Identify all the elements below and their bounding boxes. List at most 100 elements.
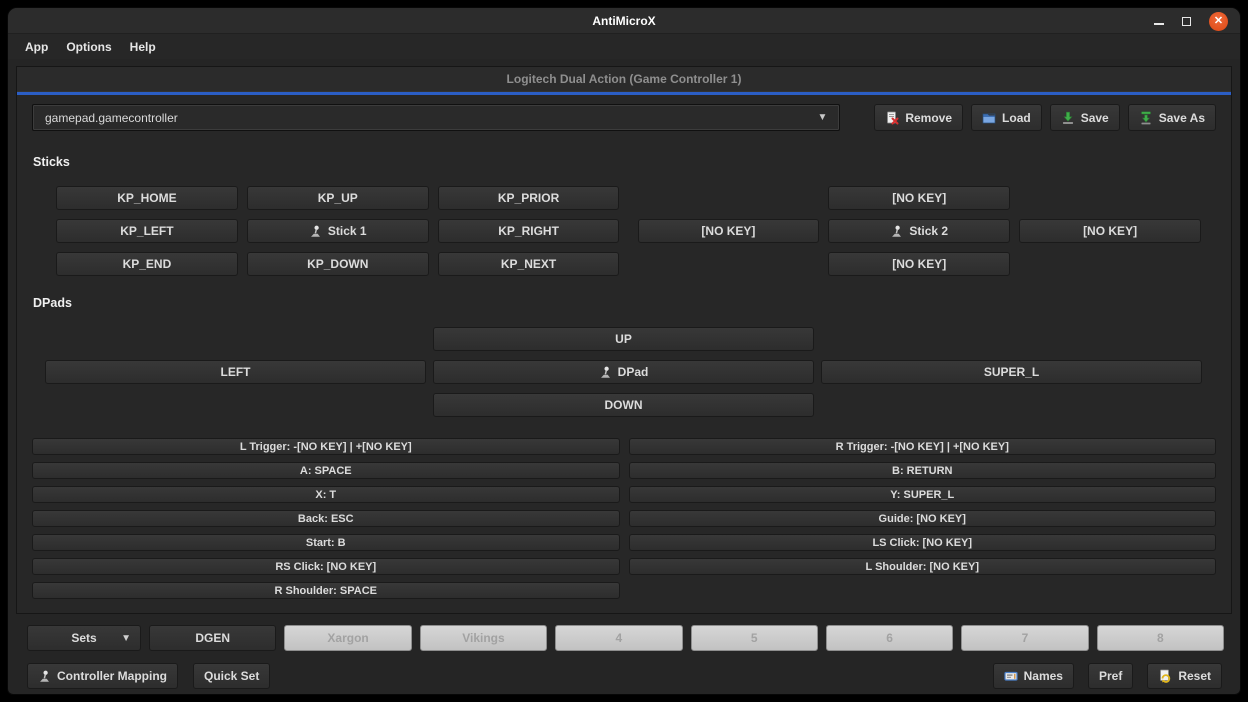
dpad-center-button[interactable]: DPad [433, 360, 814, 384]
set-button-3-vikings[interactable]: Vikings [420, 625, 547, 651]
save-button[interactable]: Save [1050, 104, 1120, 131]
stick1-down-button[interactable]: KP_DOWN [247, 252, 429, 276]
button-a[interactable]: A: SPACE [32, 462, 620, 479]
stick1-down-right-button[interactable]: KP_NEXT [438, 252, 620, 276]
pref-label: Pref [1099, 669, 1122, 683]
sets-dropdown-label: Sets [71, 631, 96, 645]
button-guide[interactable]: Guide: [NO KEY] [629, 510, 1217, 527]
names-label: Names [1024, 669, 1063, 683]
quick-set-button[interactable]: Quick Set [193, 663, 270, 689]
controller-mapping-button[interactable]: Controller Mapping [27, 663, 178, 689]
profile-combobox[interactable]: gamepad.gamecontroller ▼ [32, 104, 840, 131]
pref-button[interactable]: Pref [1088, 663, 1133, 689]
profile-combobox-value: gamepad.gamecontroller [45, 111, 178, 125]
button-assignments: L Trigger: -[NO KEY] | +[NO KEY] R Trigg… [32, 438, 1216, 599]
save-as-icon [1139, 111, 1153, 125]
r-trigger-button[interactable]: R Trigger: -[NO KEY] | +[NO KEY] [629, 438, 1217, 455]
window-controls: ✕ [1154, 8, 1228, 34]
stick1-down-left-button[interactable]: KP_END [56, 252, 238, 276]
menu-item-options[interactable]: Options [57, 37, 120, 57]
load-button[interactable]: Load [971, 104, 1042, 131]
set-button-1-dgen[interactable]: DGEN [149, 625, 276, 651]
dpad1-grid: UP LEFT DPad SUPER_L DOWN [45, 327, 1202, 417]
l-trigger-button[interactable]: L Trigger: -[NO KEY] | +[NO KEY] [32, 438, 620, 455]
window-title: AntiMicroX [8, 8, 1240, 34]
set-button-6[interactable]: 6 [826, 625, 953, 651]
dpads-section-heading: DPads [33, 296, 1216, 310]
stick1-up-right-button[interactable]: KP_PRIOR [438, 186, 620, 210]
stick1-left-button[interactable]: KP_LEFT [56, 219, 238, 243]
set-button-8[interactable]: 8 [1097, 625, 1224, 651]
names-button[interactable]: Names [993, 663, 1074, 689]
close-button[interactable]: ✕ [1209, 12, 1228, 31]
stick1-center-label: Stick 1 [328, 224, 367, 238]
reset-icon [1158, 669, 1172, 683]
tab-logitech-dual-action[interactable]: Logitech Dual Action (Game Controller 1) [507, 72, 742, 86]
set-button-4[interactable]: 4 [555, 625, 682, 651]
stick1-right-button[interactable]: KP_RIGHT [438, 219, 620, 243]
sets-dropdown[interactable]: Sets ▼ [27, 625, 141, 651]
remove-button-label: Remove [905, 111, 952, 125]
minimize-button[interactable] [1154, 23, 1164, 25]
bottom-toolbar-right: Names Pref Reset [993, 663, 1222, 689]
close-icon: ✕ [1214, 16, 1223, 27]
titlebar: AntiMicroX ✕ [8, 8, 1240, 34]
dpad-right-button[interactable]: SUPER_L [821, 360, 1202, 384]
set-button-2-xargon[interactable]: Xargon [284, 625, 411, 651]
button-y[interactable]: Y: SUPER_L [629, 486, 1217, 503]
button-b[interactable]: B: RETURN [629, 462, 1217, 479]
stick1-up-button[interactable]: KP_UP [247, 186, 429, 210]
stick1-grid: KP_HOME KP_UP KP_PRIOR KP_LEFT Stick 1 K… [56, 186, 620, 276]
app-window: AntiMicroX ✕ App Options Help Logitech D… [8, 8, 1240, 694]
save-as-button-label: Save As [1159, 111, 1205, 125]
set-button-5[interactable]: 5 [691, 625, 818, 651]
stick2-grid: [NO KEY] [NO KEY] Stick 2 [NO KEY] [NO K… [638, 186, 1202, 276]
remove-icon [885, 111, 899, 125]
stick2-up-button[interactable]: [NO KEY] [828, 186, 1010, 210]
menu-item-help[interactable]: Help [121, 37, 165, 57]
stick2-center-label: Stick 2 [909, 224, 948, 238]
bottom-toolbar-left: Controller Mapping Quick Set [27, 663, 270, 689]
names-icon [1004, 669, 1018, 683]
rs-click-button[interactable]: RS Click: [NO KEY] [32, 558, 620, 575]
reset-button[interactable]: Reset [1147, 663, 1222, 689]
stick2-right-button[interactable]: [NO KEY] [1019, 219, 1201, 243]
stick2-down-button[interactable]: [NO KEY] [828, 252, 1010, 276]
chevron-down-icon: ▼ [121, 633, 131, 644]
button-x[interactable]: X: T [32, 486, 620, 503]
dpad-down-button[interactable]: DOWN [433, 393, 814, 417]
dpad-up-button[interactable]: UP [433, 327, 814, 351]
load-button-label: Load [1002, 111, 1031, 125]
save-button-label: Save [1081, 111, 1109, 125]
tab-active-underline [17, 92, 1231, 95]
joystick-icon [309, 225, 322, 238]
save-icon [1061, 111, 1075, 125]
stick2-left-button[interactable]: [NO KEY] [638, 219, 820, 243]
save-as-button[interactable]: Save As [1128, 104, 1216, 131]
controller-mapping-label: Controller Mapping [57, 669, 167, 683]
maximize-button[interactable] [1182, 17, 1191, 26]
button-start[interactable]: Start: B [32, 534, 620, 551]
empty-cell [629, 582, 1217, 599]
dpad-left-button[interactable]: LEFT [45, 360, 426, 384]
dpad-center-label: DPad [618, 365, 649, 379]
profile-bar: gamepad.gamecontroller ▼ Remove [32, 104, 1216, 131]
menu-item-app[interactable]: App [16, 37, 57, 57]
quick-set-label: Quick Set [204, 669, 259, 683]
load-icon [982, 111, 996, 125]
button-back[interactable]: Back: ESC [32, 510, 620, 527]
l-shoulder-button[interactable]: L Shoulder: [NO KEY] [629, 558, 1217, 575]
reset-label: Reset [1178, 669, 1211, 683]
controller-tabbar: Logitech Dual Action (Game Controller 1) [17, 67, 1231, 92]
ls-click-button[interactable]: LS Click: [NO KEY] [629, 534, 1217, 551]
joystick-icon [890, 225, 903, 238]
sets-bar: Sets ▼ DGEN Xargon Vikings 4 5 6 7 8 [27, 625, 1224, 651]
set-button-7[interactable]: 7 [961, 625, 1088, 651]
joystick-icon [38, 670, 51, 683]
stick1-center-button[interactable]: Stick 1 [247, 219, 429, 243]
r-shoulder-button[interactable]: R Shoulder: SPACE [32, 582, 620, 599]
stick2-center-button[interactable]: Stick 2 [828, 219, 1010, 243]
remove-button[interactable]: Remove [874, 104, 963, 131]
sticks-section-heading: Sticks [33, 155, 1216, 169]
stick1-up-left-button[interactable]: KP_HOME [56, 186, 238, 210]
